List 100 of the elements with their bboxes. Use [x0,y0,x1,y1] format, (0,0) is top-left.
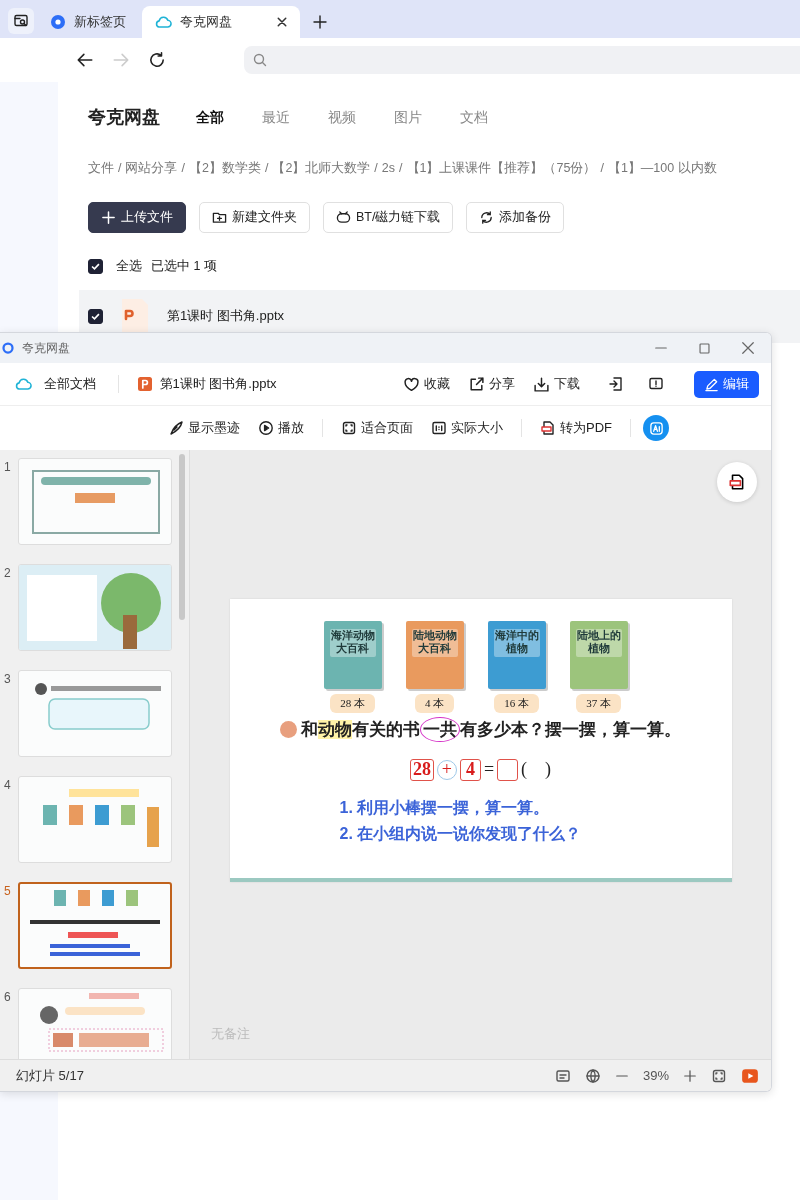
breadcrumb-separator: / [118,160,122,177]
file-name[interactable]: 第1课时 图书角.pptx [167,306,285,326]
zoom-in-icon[interactable] [683,1068,697,1083]
nav-tab[interactable]: 图片 [394,107,422,128]
book-count: 28 本 [330,694,375,713]
play-icon [258,420,274,436]
zoom-level: 39% [642,1066,669,1085]
share-icon [468,375,485,393]
heart-icon [403,375,420,393]
slide-number: 5 [4,883,12,900]
plus-icon [101,209,116,225]
step-text: 2. 在小组内说一说你发现了什么？ [339,823,582,844]
slide-thumbnail[interactable] [18,882,172,969]
feedback-icon[interactable] [648,376,664,392]
reload-icon[interactable] [148,51,166,69]
ink-icon [168,420,184,436]
tool-button[interactable]: 转为PDF [534,418,618,438]
breadcrumb-link[interactable]: 【1】上课课件【推荐】（75份） [406,159,597,178]
equation-number: 28 [409,758,434,781]
toolbar-button[interactable]: 收藏 [399,374,454,394]
close-icon[interactable] [276,16,288,28]
breadcrumb-link[interactable]: 文件 [88,159,114,178]
notes-icon[interactable] [554,1067,571,1084]
edit-button[interactable]: 编辑 [694,370,759,398]
toolbar-button[interactable]: 分享 [464,374,519,394]
breadcrumb-separator: / [399,160,403,177]
selection-count: 已选中 1 项 [151,257,217,275]
book-title: 海洋动物大百科 [329,629,376,657]
select-all-checkbox[interactable] [88,258,103,274]
slide-counter: 幻灯片 5/17 [16,1066,84,1085]
bullet-icon [280,720,297,738]
slide-number: 3 [4,671,12,688]
tab-search-icon [13,13,29,29]
book-title: 海洋中的植物 [493,629,540,657]
slide-number: 2 [4,565,12,582]
all-docs-link[interactable]: 全部文档 [10,374,100,394]
toolbar-button[interactable]: 下载 [529,374,584,394]
fit-icon[interactable] [711,1067,727,1084]
action-button[interactable]: 上传文件 [88,201,186,233]
breadcrumb-link[interactable]: 网站分享 [125,159,178,178]
app-title: 夸克网盘 [88,106,160,129]
cloud-icon [14,375,32,393]
file-checkbox[interactable] [88,308,103,324]
action-button[interactable]: 添加备份 [466,201,565,233]
breadcrumb-separator: / [600,160,604,177]
tool-button[interactable]: 播放 [252,418,310,438]
search-icon [252,52,268,68]
equation-text: ( ) [521,758,552,781]
app-logo-icon [2,342,14,354]
pptx-file-icon [119,297,151,335]
tool-button[interactable]: 显示墨迹 [162,418,246,438]
tab-search-button[interactable] [8,8,34,34]
browser-tab[interactable]: 夸克网盘 [142,6,300,38]
browser-tab[interactable]: 新标签页 [38,6,138,38]
book-title: 陆地上的植物 [575,629,622,657]
breadcrumb-link[interactable]: 【2】北师大数学 [272,159,371,178]
pdf-icon [728,473,746,491]
action-button[interactable]: BT/磁力链下载 [323,201,454,233]
back-icon[interactable] [76,51,94,69]
tool-button[interactable]: 适合页面 [335,418,419,438]
fit-icon [341,420,357,436]
convert-pdf-button[interactable] [717,462,757,502]
pdf-icon [540,420,556,436]
answer-box [497,758,519,781]
nav-tab[interactable]: 全部 [196,107,224,128]
actual-icon [431,420,447,436]
nav-tab[interactable]: 视频 [328,107,356,128]
slide-number: 6 [4,989,12,1006]
pptx-file-icon [137,376,153,392]
maximize-icon[interactable] [698,341,711,355]
compass-icon [50,14,66,30]
breadcrumb-separator: / [264,160,269,177]
step-text: 1. 利用小棒摆一摆，算一算。 [339,798,551,818]
download-icon [533,375,550,393]
new-tab-icon[interactable] [312,14,328,30]
file-title: 第1课时 图书角.pptx [159,375,277,394]
breadcrumb-link[interactable]: 【1】—100 以内数 [607,159,717,178]
book-count: 4 本 [414,694,455,713]
breadcrumb-link[interactable]: 2s [381,159,396,178]
scrollbar-thumb[interactable] [179,454,185,620]
ai-button[interactable] [643,415,669,441]
breadcrumb-separator: / [181,160,185,177]
globe-icon[interactable] [584,1067,601,1084]
nav-tab[interactable]: 最近 [262,107,290,128]
equation-number: 4 [459,758,481,781]
window-title: 夸克网盘 [22,340,70,357]
nav-tab[interactable]: 文档 [460,107,488,128]
open-external-icon[interactable] [608,376,624,392]
book-title: 陆地动物大百科 [411,629,458,657]
ai-icon [648,420,664,436]
action-button[interactable]: 新建文件夹 [199,201,310,233]
tool-button[interactable]: 实际大小 [425,418,509,438]
slide-number: 1 [4,459,12,476]
pencil-icon [704,376,719,392]
breadcrumb-link[interactable]: 【2】数学类 [188,159,261,178]
book-count: 16 本 [494,694,539,713]
question-text: 和动物有关的书 一共 有多少本？摆一摆，算一算。 [301,716,681,742]
select-all-label[interactable]: 全选 [116,256,142,276]
present-icon[interactable] [741,1066,759,1085]
breadcrumb-separator: / [374,160,378,177]
